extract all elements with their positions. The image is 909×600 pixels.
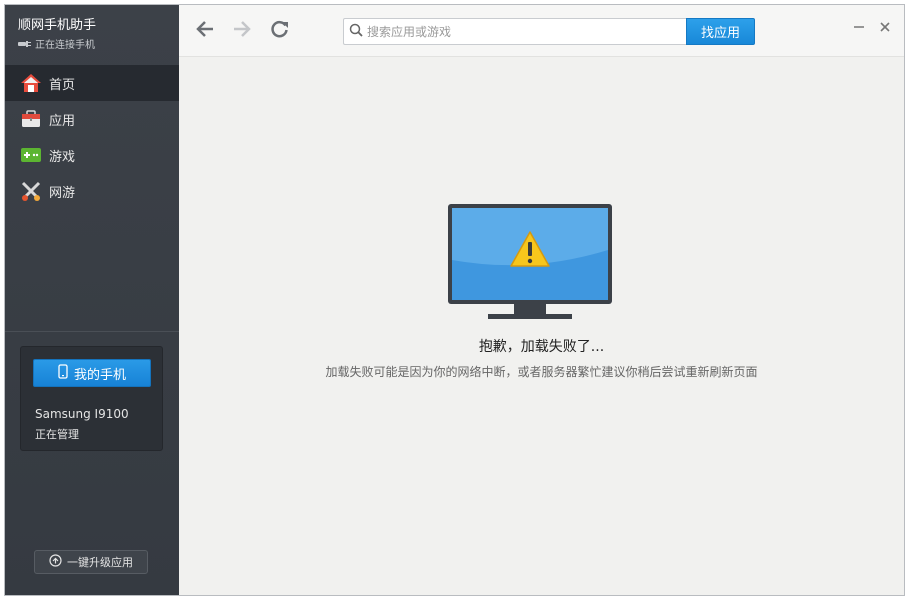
error-description: 加载失败可能是因为你的网络中断，或者服务器繁忙建议你稍后尝试重新刷新页面	[325, 365, 758, 379]
search-icon	[349, 23, 363, 41]
refresh-icon	[270, 19, 290, 43]
close-button[interactable]	[875, 19, 895, 39]
sidebar: 顺网手机助手 正在连接手机 首页 应用 游戏 网游 我的手机 Samsung I…	[5, 5, 179, 595]
app-title: 顺网手机助手	[18, 18, 97, 33]
upgrade-arrow-icon	[49, 554, 62, 570]
sidebar-nav: 首页 应用 游戏 网游	[5, 65, 179, 209]
minimize-button[interactable]	[849, 19, 869, 39]
forward-button[interactable]	[230, 19, 254, 43]
sidebar-item-online-games[interactable]: 网游	[5, 173, 179, 209]
sidebar-item-games[interactable]: 游戏	[5, 137, 179, 173]
upgrade-all-button[interactable]: 一键升级应用	[34, 550, 148, 574]
upgrade-all-label: 一键升级应用	[67, 556, 133, 569]
briefcase-icon	[20, 108, 42, 130]
swords-icon	[20, 180, 42, 202]
phone-state: 正在管理	[35, 428, 79, 441]
close-icon	[879, 21, 891, 37]
arrow-right-icon	[232, 20, 252, 42]
search-button[interactable]: 找应用	[686, 18, 755, 45]
app-header: 顺网手机助手 正在连接手机	[5, 5, 179, 61]
sidebar-item-label: 游戏	[49, 149, 76, 165]
phone-icon	[58, 363, 68, 383]
sidebar-item-home[interactable]: 首页	[5, 65, 179, 101]
app-window: 顺网手机助手 正在连接手机 首页 应用 游戏 网游 我的手机 Samsung I…	[4, 4, 905, 596]
my-phone-button[interactable]: 我的手机	[33, 359, 151, 387]
search-input[interactable]	[367, 19, 667, 44]
toolbar: 找应用	[179, 5, 904, 57]
arrow-left-icon	[195, 20, 215, 42]
plug-icon	[18, 40, 31, 48]
sidebar-item-label: 网游	[49, 185, 76, 201]
refresh-button[interactable]	[268, 19, 292, 43]
error-title: 抱歉，加载失败了...	[478, 339, 605, 355]
home-icon	[20, 72, 42, 94]
gamepad-icon	[20, 144, 42, 166]
device-panel: 我的手机 Samsung I9100 正在管理	[20, 346, 163, 451]
monitor-warning-icon	[448, 204, 614, 326]
sidebar-divider	[5, 331, 179, 332]
main-content: 抱歉，加载失败了... 加载失败可能是因为你的网络中断，或者服务器繁忙建议你稍后…	[179, 58, 904, 595]
phone-model: Samsung I9100	[35, 407, 129, 421]
connection-status: 正在连接手机	[18, 36, 95, 51]
sidebar-item-label: 应用	[49, 113, 76, 129]
minimize-icon	[853, 21, 865, 37]
back-button[interactable]	[193, 19, 217, 43]
my-phone-label: 我的手机	[73, 367, 126, 383]
sidebar-item-label: 首页	[49, 77, 76, 93]
sidebar-item-apps[interactable]: 应用	[5, 101, 179, 137]
connection-status-text: 正在连接手机	[35, 40, 95, 51]
search-field	[343, 18, 687, 45]
